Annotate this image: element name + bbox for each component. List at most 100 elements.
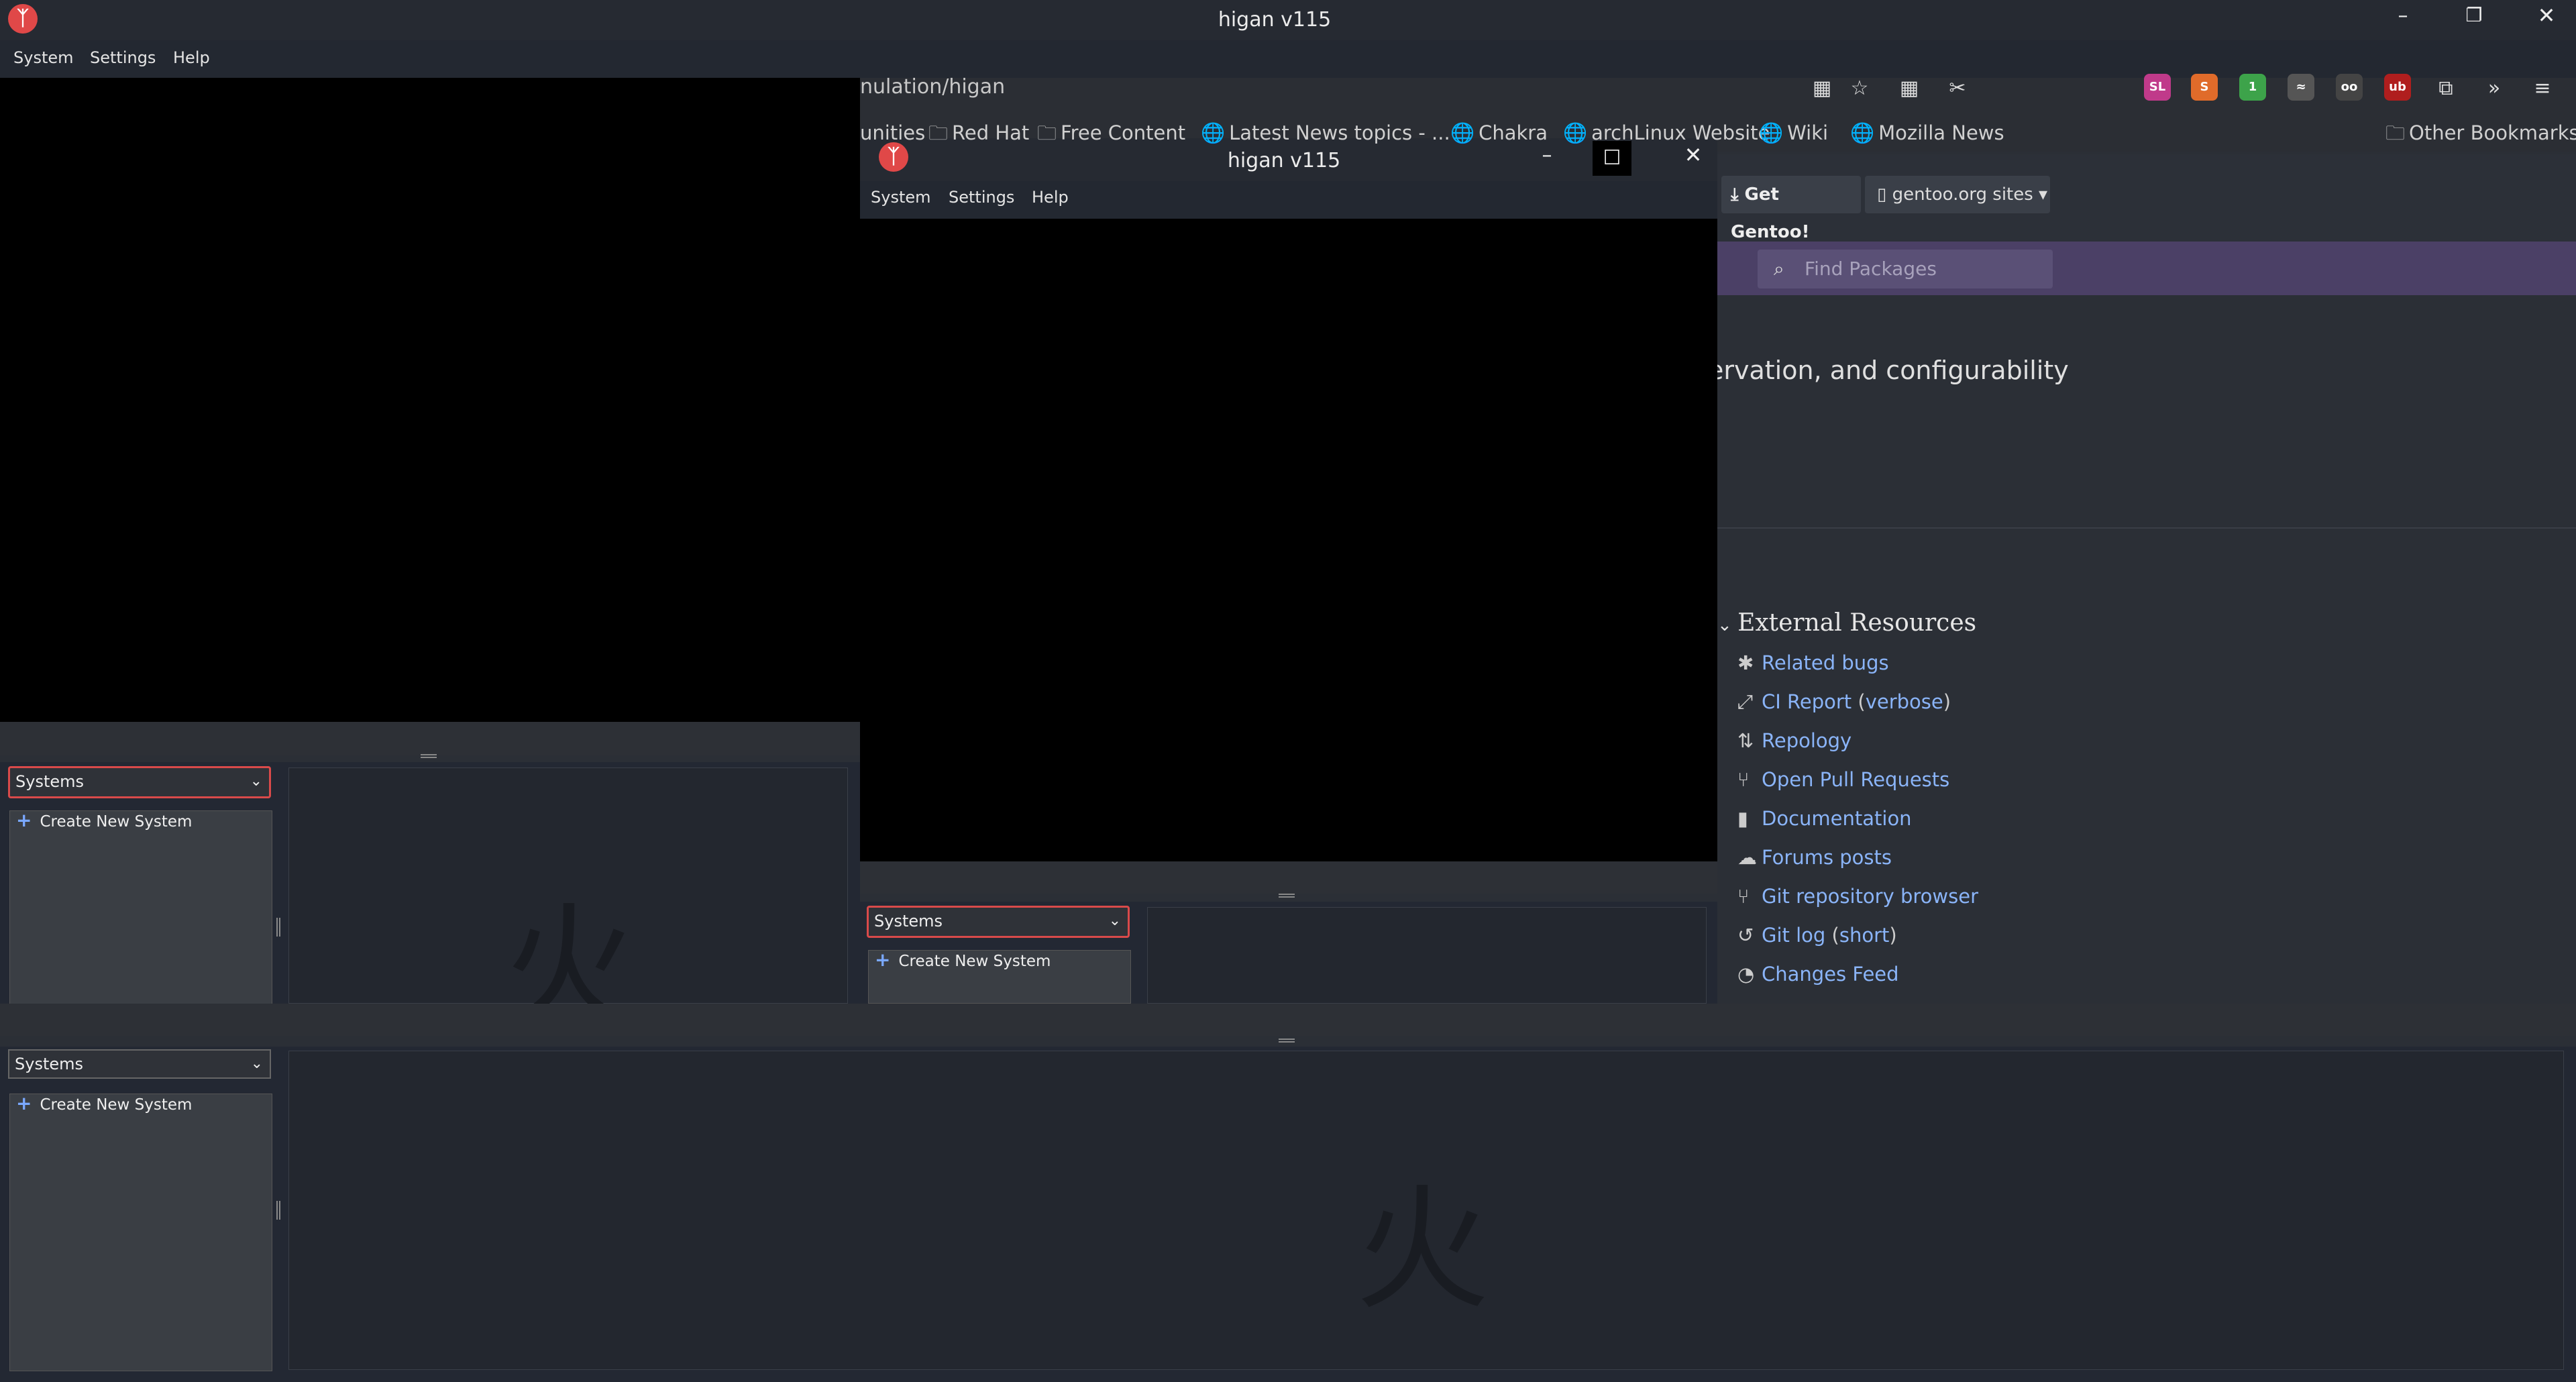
- book-icon: ▮: [1737, 807, 1748, 830]
- extension-icon[interactable]: 1: [2239, 74, 2266, 101]
- child-viewport-strip: [860, 861, 1717, 894]
- find-packages-input[interactable]: Find Packages: [1758, 250, 2053, 288]
- bookmark-item[interactable]: unities: [860, 119, 925, 146]
- splitter-handle-v[interactable]: [276, 1201, 280, 1220]
- bookmark-item[interactable]: 🌐 Chakra: [1450, 119, 1548, 146]
- chevron-down-icon: ⌄: [1108, 912, 1121, 929]
- restore-icon[interactable]: ❐: [2461, 4, 2487, 31]
- other-bookmarks[interactable]: 🗀 Other Bookmarks: [2385, 119, 2576, 146]
- splitter-handle[interactable]: [1279, 1039, 1295, 1043]
- bookmark-label: Mozilla News: [1878, 121, 2004, 144]
- history-icon: ↺: [1737, 924, 1754, 947]
- resource-extra-link[interactable]: short: [1839, 924, 1890, 947]
- minimize-icon[interactable]: –: [1534, 144, 1560, 170]
- create-new-system-lower[interactable]: + Create New System: [16, 1092, 192, 1114]
- bookmark-item[interactable]: 🌐 Latest News topics - ...: [1201, 119, 1450, 146]
- menu-settings[interactable]: Settings: [90, 48, 156, 67]
- external-resources-heading[interactable]: ⌄ External Resources: [1717, 609, 1976, 637]
- close-icon[interactable]: ✕: [1680, 142, 1707, 169]
- folder-icon: 🗀: [2385, 121, 2406, 144]
- main-viewport: [0, 78, 860, 722]
- menu-help[interactable]: Help: [1032, 188, 1069, 207]
- puzzle-icon[interactable]: ⧉: [2432, 75, 2459, 102]
- create-new-system-label: Create New System: [898, 953, 1051, 970]
- chevron-down-icon: ⌄: [1717, 615, 1738, 635]
- download-icon: ⤓: [1731, 184, 1745, 205]
- splitter-handle-v[interactable]: [276, 918, 280, 937]
- child-window-title: higan v115: [1227, 149, 1341, 172]
- menu-help[interactable]: Help: [173, 48, 210, 67]
- create-new-system-child[interactable]: + Create New System: [875, 949, 1051, 971]
- main-window-title: higan v115: [1218, 8, 1332, 32]
- extension-icon[interactable]: SL: [2144, 74, 2171, 101]
- extension-icon[interactable]: S: [2191, 74, 2218, 101]
- create-new-system-upper[interactable]: + Create New System: [16, 809, 192, 831]
- overflow-icon[interactable]: »: [2481, 75, 2508, 102]
- resource-label: CI Report: [1762, 690, 1852, 713]
- get-gentoo-button[interactable]: ⤓ Get Gentoo!: [1721, 176, 1861, 242]
- resource-extra-link[interactable]: verbose: [1866, 690, 1943, 713]
- systems-select-lower[interactable]: Systems ⌄: [8, 1049, 271, 1079]
- splitter-handle[interactable]: [1279, 894, 1295, 898]
- grid-icon[interactable]: ▦: [1896, 75, 1923, 102]
- apps-icon[interactable]: ▦: [1809, 75, 1835, 102]
- bookmark-label: unities: [860, 121, 926, 144]
- plus-icon: +: [16, 809, 32, 831]
- bookmark-item[interactable]: 🗀 Red Hat: [928, 119, 1029, 146]
- extension-icon[interactable]: ub: [2384, 74, 2411, 101]
- systems-list-lower[interactable]: [9, 1094, 272, 1371]
- resource-link[interactable]: ⑂ Git repository browser: [1737, 883, 1978, 910]
- bookmark-item[interactable]: 🌐 Mozilla News: [1850, 119, 2004, 146]
- resource-label: Documentation: [1762, 807, 1912, 830]
- systems-select-child[interactable]: Systems ⌄: [867, 906, 1130, 938]
- extension-icon[interactable]: oo: [2336, 74, 2363, 101]
- systems-select-value: Systems: [15, 1055, 83, 1073]
- url-text[interactable]: nulation/higan: [860, 74, 1005, 101]
- minimize-icon[interactable]: –: [2390, 4, 2416, 31]
- resource-link[interactable]: ⑂ Open Pull Requests: [1737, 766, 1949, 793]
- menu-system[interactable]: System: [13, 48, 74, 67]
- resource-link[interactable]: ✱ Related bugs: [1737, 649, 1889, 676]
- extension-icon[interactable]: ≈: [2288, 74, 2314, 101]
- globe-icon: 🌐: [1759, 121, 1784, 144]
- resource-link[interactable]: ☁ Forums posts: [1737, 844, 1892, 871]
- tools-icon[interactable]: ✂: [1944, 75, 1971, 102]
- chat-icon: ☁: [1737, 846, 1757, 869]
- ci-icon: ⤢: [1737, 690, 1754, 713]
- divider: [1717, 527, 2576, 529]
- chevron-down-icon: ⌄: [250, 1055, 263, 1072]
- pull-request-icon: ⑂: [1737, 768, 1750, 791]
- close-icon[interactable]: ✕: [2533, 3, 2560, 30]
- resource-link[interactable]: ▮ Documentation: [1737, 805, 1912, 832]
- systems-select-value: Systems: [15, 772, 84, 791]
- systems-list-upper[interactable]: [9, 810, 272, 1005]
- menu-settings[interactable]: Settings: [949, 188, 1014, 207]
- resource-label: Changes Feed: [1762, 963, 1899, 986]
- systems-select-value: Systems: [874, 912, 943, 931]
- bookmark-item[interactable]: 🌐 Wiki: [1759, 119, 1828, 146]
- hamburger-icon[interactable]: ≡: [2529, 75, 2556, 102]
- systems-select-upper[interactable]: Systems ⌄: [8, 766, 271, 798]
- splitter-handle[interactable]: [421, 754, 437, 758]
- bookmark-item[interactable]: 🗀 Free Content: [1037, 119, 1185, 146]
- resource-link[interactable]: ◔ Changes Feed: [1737, 961, 1899, 988]
- gentoo-sites-button[interactable]: ▯ gentoo.org sites ▾: [1865, 176, 2050, 213]
- resource-link[interactable]: ⤢ CI Report (verbose): [1737, 688, 1951, 715]
- resource-label: Repology: [1762, 729, 1852, 752]
- paren: ): [1889, 924, 1897, 947]
- chevron-down-icon: ⌄: [250, 773, 262, 790]
- higan-kanji-watermark: 火: [1355, 1172, 1490, 1328]
- tagline: ervation, and configurability: [1708, 356, 2069, 385]
- resource-link[interactable]: ⇅ Repology: [1737, 727, 1851, 754]
- menu-system[interactable]: System: [871, 188, 931, 207]
- resource-link[interactable]: ↺ Git log (short): [1737, 922, 1897, 949]
- star-icon[interactable]: ☆: [1846, 75, 1873, 102]
- create-new-system-label: Create New System: [40, 813, 193, 831]
- resource-label: Forums posts: [1762, 846, 1892, 869]
- paren: (: [1825, 924, 1839, 947]
- bookmark-item[interactable]: 🌐 archLinux Website: [1563, 119, 1770, 146]
- rss-icon: ◔: [1737, 963, 1755, 986]
- sort-icon: ⇅: [1737, 729, 1754, 752]
- book-icon: ▯: [1877, 184, 1892, 205]
- resource-label: Related bugs: [1762, 651, 1889, 674]
